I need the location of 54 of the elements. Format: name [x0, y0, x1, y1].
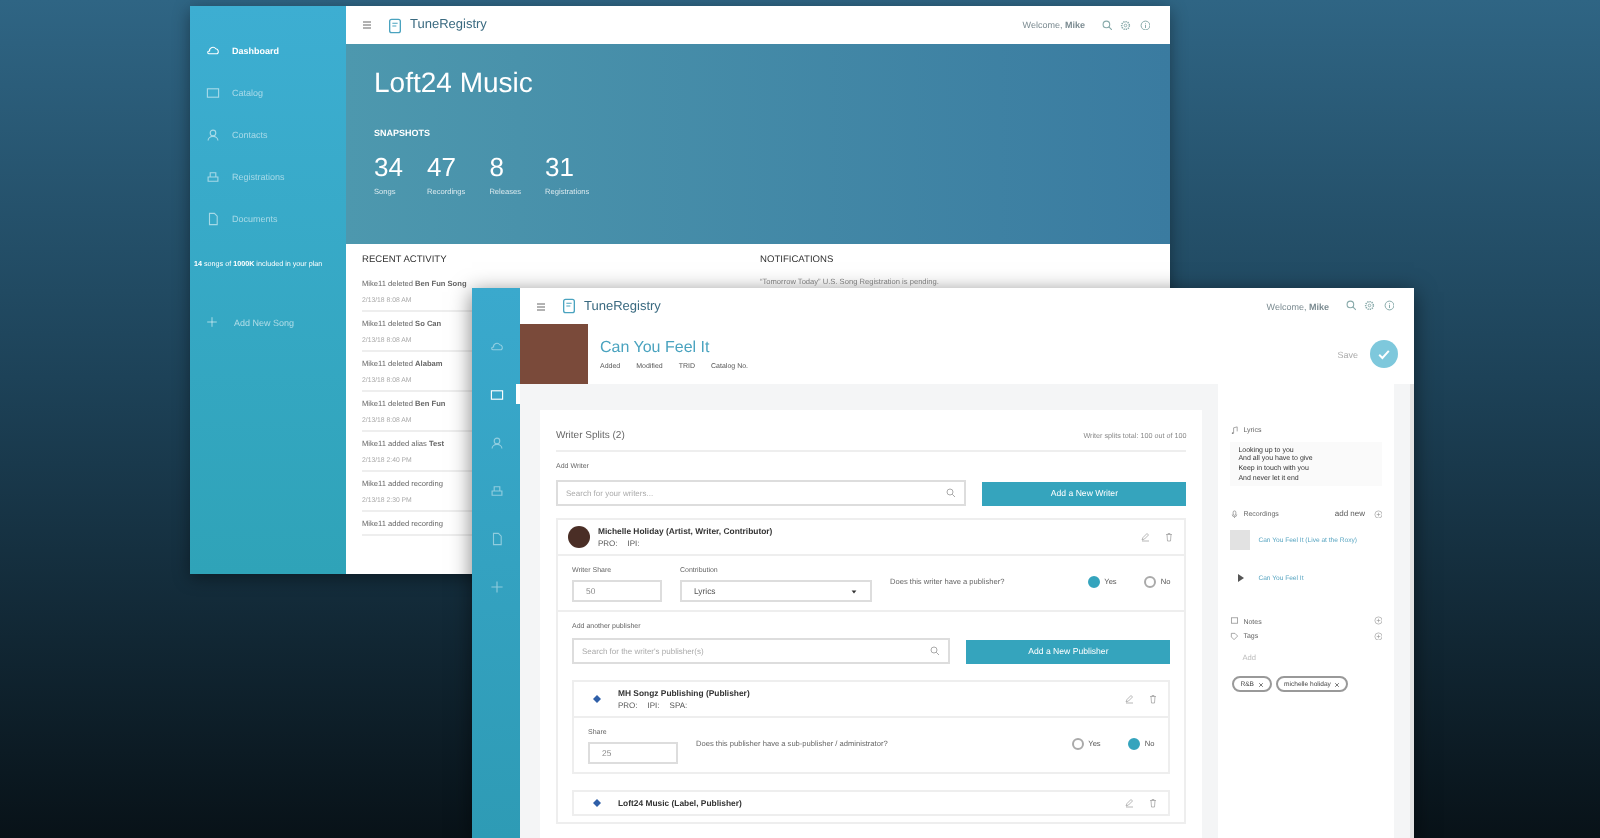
- tag-icon: [1230, 631, 1240, 641]
- close-icon[interactable]: [1334, 681, 1341, 688]
- notes-icon: [1230, 616, 1240, 626]
- rectangle-icon: [206, 86, 220, 100]
- add-icon[interactable]: [1373, 509, 1383, 519]
- publisher-logo-icon: [592, 798, 602, 808]
- edit-icon[interactable]: [1124, 798, 1135, 808]
- trash-icon[interactable]: [1148, 798, 1159, 808]
- info-icon[interactable]: [1139, 19, 1150, 31]
- scrollbar[interactable]: [1410, 384, 1414, 838]
- logo-icon: [388, 17, 402, 33]
- check-icon: [1376, 346, 1392, 362]
- edit-icon[interactable]: [1140, 532, 1151, 542]
- note-icon: [1230, 426, 1240, 435]
- microphone-icon: [1230, 509, 1240, 519]
- info-icon[interactable]: [1383, 300, 1394, 312]
- search-icon: [946, 488, 957, 498]
- document-icon: [206, 212, 220, 226]
- plus-icon: [206, 316, 218, 328]
- person-icon: [489, 435, 503, 449]
- cloud-icon: [206, 44, 220, 58]
- person-icon: [206, 128, 220, 142]
- stat-value: 47: [426, 152, 458, 182]
- document-icon: [489, 531, 503, 545]
- add-icon[interactable]: [1373, 631, 1383, 641]
- add-icon[interactable]: [1373, 616, 1383, 626]
- logo-icon: [562, 298, 576, 314]
- save-button[interactable]: [1370, 340, 1398, 368]
- photo-placeholder: [520, 324, 588, 384]
- stat-value: 31: [545, 152, 576, 182]
- settings-icon[interactable]: [1120, 19, 1131, 31]
- publisher-logo-icon: [592, 694, 602, 704]
- tray-icon: [206, 170, 220, 184]
- cloud-icon: [489, 339, 503, 353]
- stat-value: 34: [374, 152, 403, 182]
- menu-icon[interactable]: [362, 20, 372, 30]
- tray-icon: [489, 483, 503, 497]
- trash-icon[interactable]: [1148, 694, 1159, 704]
- recording-thumbnail: [1230, 530, 1251, 551]
- song-title: Can You Feel It: [600, 338, 710, 356]
- avatar: [568, 526, 590, 548]
- search-icon[interactable]: [1345, 300, 1356, 312]
- edit-icon[interactable]: [1124, 694, 1135, 704]
- plus-icon: [489, 579, 503, 593]
- close-icon[interactable]: [1257, 681, 1264, 688]
- stat-value: 8: [489, 152, 506, 182]
- settings-icon[interactable]: [1364, 300, 1375, 312]
- search-icon[interactable]: [1101, 19, 1112, 31]
- search-icon: [930, 646, 941, 656]
- rectangle-icon: [489, 387, 503, 401]
- menu-icon[interactable]: [536, 301, 546, 311]
- account-title: Loft24 Music: [374, 66, 535, 98]
- caret-icon: [850, 587, 858, 595]
- trash-icon[interactable]: [1164, 532, 1175, 542]
